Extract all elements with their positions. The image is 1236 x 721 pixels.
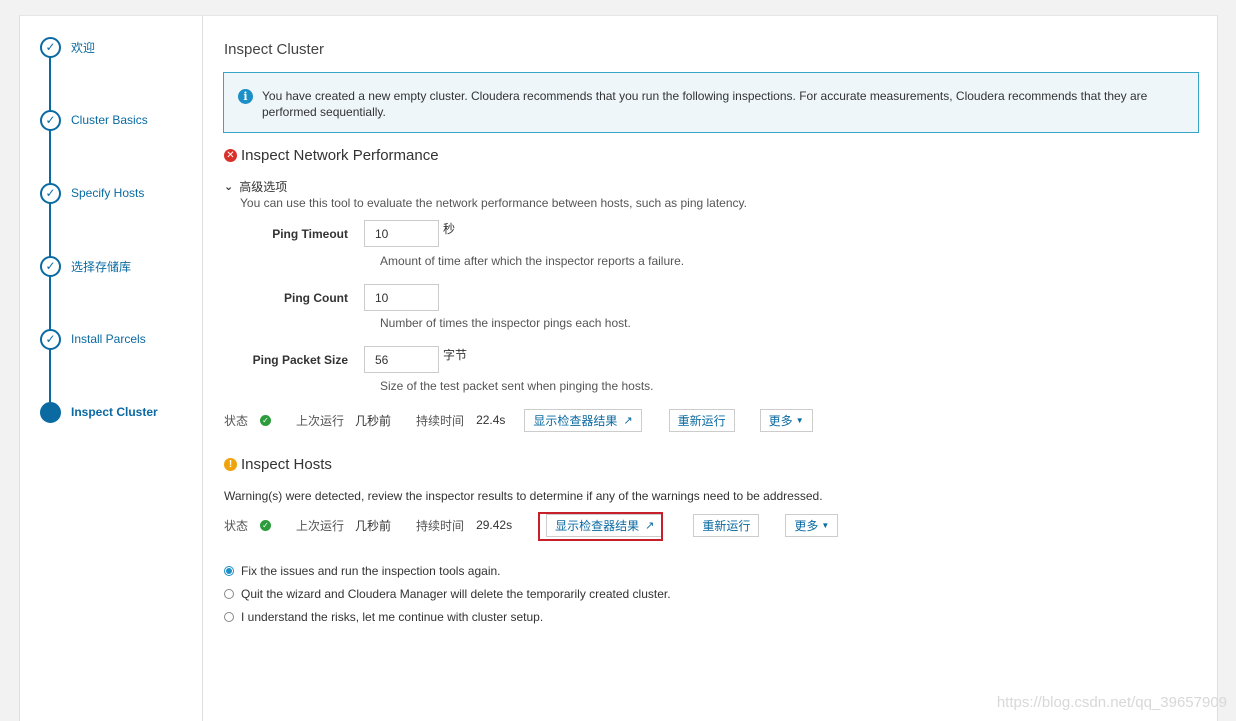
alert-text: You have created a new empty cluster. Cl…: [262, 89, 1148, 119]
network-status-row: 状态 ✓ 上次运行 几秒前 持续时间 22.4s 显示检查器结果 ↗ 重新运行 …: [224, 408, 813, 432]
step-welcome[interactable]: ✓ 欢迎: [40, 36, 95, 58]
caret-down-icon: ▼: [795, 415, 804, 425]
watermark: https://blog.csdn.net/qq_39657909: [996, 694, 1227, 711]
step-label: 选择存储库: [71, 259, 132, 274]
success-check-icon: ✓: [260, 519, 272, 531]
ping-count-label: Ping Count: [284, 290, 348, 305]
main-content: Inspect Cluster i You have created a new…: [204, 16, 1217, 721]
duration-label: 持续时间: [416, 518, 465, 533]
page-title: Inspect Cluster: [224, 41, 325, 58]
step-inspect-cluster[interactable]: Inspect Cluster: [40, 401, 158, 423]
step-specify-hosts[interactable]: ✓ Specify Hosts: [40, 182, 144, 204]
radio-button[interactable]: [224, 612, 234, 622]
ping-timeout-row: Ping Timeout 秒: [204, 220, 455, 247]
check-icon: ✓: [40, 36, 61, 58]
more-dropdown-button[interactable]: 更多 ▼: [759, 408, 813, 432]
more-label: 更多: [794, 518, 819, 533]
hosts-title-text: Inspect Hosts: [241, 456, 332, 473]
last-run-value: 几秒前: [355, 518, 392, 533]
network-section-title: ✕ Inspect Network Performance: [224, 147, 439, 164]
step-label: Specify Hosts: [71, 186, 145, 200]
show-results-label: 显示检查器结果: [533, 413, 618, 428]
more-label: 更多: [768, 413, 793, 428]
step-label: Inspect Cluster: [71, 405, 158, 419]
advanced-description: You can use this tool to evaluate the ne…: [240, 196, 747, 210]
ping-packet-size-unit: 字节: [443, 348, 468, 362]
rerun-button[interactable]: 重新运行: [693, 513, 760, 537]
radio-button[interactable]: [224, 589, 234, 599]
step-label: Cluster Basics: [71, 113, 148, 127]
caret-down-icon: ▼: [821, 520, 830, 530]
ping-count-row: Ping Count: [204, 284, 439, 311]
option-label: Fix the issues and run the inspection to…: [241, 564, 501, 578]
success-check-icon: ✓: [260, 414, 272, 426]
hosts-section-title: ! Inspect Hosts: [224, 456, 332, 473]
last-run-label: 上次运行: [296, 413, 345, 428]
ping-packet-size-label: Ping Packet Size: [252, 352, 348, 367]
steps-line: [49, 46, 51, 406]
ping-timeout-help: Amount of time after which the inspector…: [380, 254, 685, 268]
warning-icon: !: [224, 458, 237, 471]
check-icon: ✓: [40, 109, 61, 131]
option-label: I understand the risks, let me continue …: [241, 610, 544, 624]
step-cluster-basics[interactable]: ✓ Cluster Basics: [40, 109, 148, 131]
step-label: Install Parcels: [71, 332, 146, 346]
external-link-icon: ↗: [623, 414, 633, 427]
ping-packet-size-input[interactable]: [364, 346, 439, 373]
ping-timeout-label: Ping Timeout: [272, 226, 348, 241]
duration-value: 22.4s: [476, 413, 506, 427]
option-fix-issues[interactable]: Fix the issues and run the inspection to…: [224, 564, 501, 578]
advanced-options-toggle[interactable]: ⌄ 高级选项: [224, 178, 287, 195]
info-alert: i You have created a new empty cluster. …: [223, 72, 1199, 133]
results-highlight-box: [538, 512, 663, 541]
radio-button[interactable]: [224, 566, 234, 576]
step-select-repository[interactable]: ✓ 选择存储库: [40, 255, 131, 277]
hosts-status-row: 状态 ✓ 上次运行 几秒前 持续时间 29.42s 显示检查器结果 ↗ 重新运行…: [224, 513, 839, 537]
ping-timeout-input[interactable]: [364, 220, 439, 247]
rerun-button[interactable]: 重新运行: [668, 408, 735, 432]
wizard-frame: ✓ 欢迎 ✓ Cluster Basics ✓ Specify Hosts ✓ …: [19, 15, 1218, 721]
ping-packet-size-help: Size of the test packet sent when pingin…: [380, 379, 654, 393]
current-step-icon: [40, 401, 61, 423]
check-icon: ✓: [40, 328, 61, 350]
chevron-down-icon: ⌄: [224, 181, 234, 193]
check-icon: ✓: [40, 255, 61, 277]
show-inspector-results-button[interactable]: 显示检查器结果 ↗: [524, 408, 642, 432]
option-quit-wizard[interactable]: Quit the wizard and Cloudera Manager wil…: [224, 587, 671, 601]
error-icon: ✕: [224, 149, 237, 162]
ping-timeout-unit: 秒: [443, 222, 456, 236]
hosts-warning-text: Warning(s) were detected, review the ins…: [224, 489, 823, 503]
more-dropdown-button[interactable]: 更多 ▼: [785, 513, 839, 537]
last-run-value: 几秒前: [355, 413, 392, 428]
ping-count-help: Number of times the inspector pings each…: [380, 316, 631, 330]
option-continue-setup[interactable]: I understand the risks, let me continue …: [224, 610, 543, 624]
wizard-sidebar: ✓ 欢迎 ✓ Cluster Basics ✓ Specify Hosts ✓ …: [20, 16, 203, 721]
duration-value: 29.42s: [476, 518, 513, 532]
ping-packet-size-row: Ping Packet Size 字节: [204, 346, 467, 373]
info-icon: i: [238, 89, 253, 104]
status-label: 状态: [224, 518, 249, 533]
step-label: 欢迎: [71, 40, 96, 55]
network-title-text: Inspect Network Performance: [241, 147, 439, 164]
ping-count-input[interactable]: [364, 284, 439, 311]
option-label: Quit the wizard and Cloudera Manager wil…: [241, 587, 671, 601]
advanced-options-label: 高级选项: [239, 180, 288, 194]
step-install-parcels[interactable]: ✓ Install Parcels: [40, 328, 146, 350]
duration-label: 持续时间: [416, 413, 465, 428]
last-run-label: 上次运行: [296, 518, 345, 533]
check-icon: ✓: [40, 182, 61, 204]
status-label: 状态: [224, 413, 249, 428]
